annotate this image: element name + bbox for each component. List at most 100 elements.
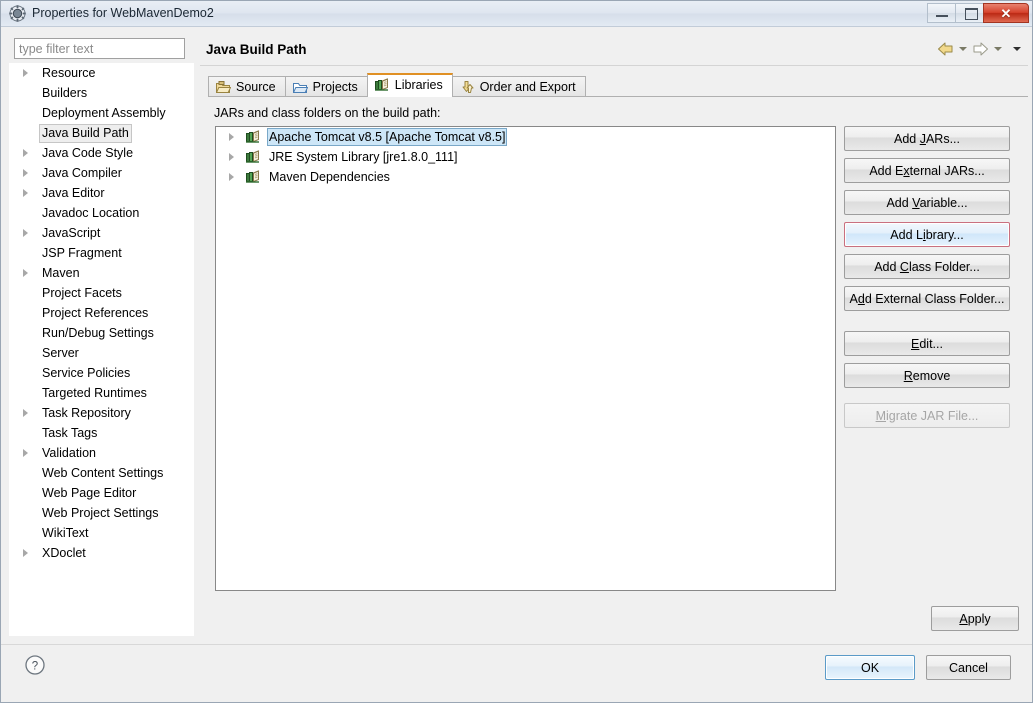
sidebar-item-targeted-runtimes[interactable]: Targeted Runtimes: [9, 383, 194, 403]
sidebar-item-web-project-settings[interactable]: Web Project Settings: [9, 503, 194, 523]
sidebar-item-web-page-editor[interactable]: Web Page Editor: [9, 483, 194, 503]
list-label: JARs and class folders on the build path…: [214, 106, 441, 120]
tabs-underline: [208, 96, 1028, 97]
expand-chevron-right-icon[interactable]: [23, 189, 28, 197]
tab-label: Order and Export: [479, 80, 576, 94]
footer-separator: [1, 644, 1032, 645]
tab-projects[interactable]: Projects: [284, 76, 368, 97]
sidebar-item-label: Web Page Editor: [42, 486, 137, 500]
sidebar-item-web-content-settings[interactable]: Web Content Settings: [9, 463, 194, 483]
table-row[interactable]: Apache Tomcat v8.5 [Apache Tomcat v8.5]: [216, 127, 835, 147]
sidebar-item-project-references[interactable]: Project References: [9, 303, 194, 323]
expand-chevron-right-icon[interactable]: [23, 549, 28, 557]
tab-libraries[interactable]: Libraries: [366, 73, 453, 97]
sidebar-item-java-compiler[interactable]: Java Compiler: [9, 163, 194, 183]
sidebar-item-label: Project References: [42, 306, 149, 320]
projects-folder-icon: [292, 80, 308, 94]
sidebar-item-resource[interactable]: Resource: [9, 63, 194, 83]
expand-chevron-right-icon[interactable]: [23, 169, 28, 177]
sidebar-item-java-build-path[interactable]: Java Build Path: [9, 123, 194, 143]
sidebar-item-javascript[interactable]: JavaScript: [9, 223, 194, 243]
sidebar-item-label: Java Compiler: [42, 166, 122, 180]
migrate-jar-file-button: Migrate JAR File...: [844, 403, 1010, 428]
tab-label: Libraries: [394, 78, 443, 92]
sidebar-item-label: Javadoc Location: [42, 206, 140, 220]
view-menu-chevron-down-icon[interactable]: [1013, 47, 1021, 51]
sidebar-item-maven[interactable]: Maven: [9, 263, 194, 283]
source-folder-icon: [215, 80, 232, 94]
expand-chevron-right-icon[interactable]: [23, 269, 28, 277]
library-actions: Add JARs... Add External JARs... Add Varia…: [844, 126, 1010, 435]
expand-chevron-right-icon[interactable]: [23, 229, 28, 237]
sidebar-item-builders[interactable]: Builders: [9, 83, 194, 103]
page-title: Java Build Path: [206, 42, 307, 57]
sidebar-item-service-policies[interactable]: Service Policies: [9, 363, 194, 383]
add-library-button[interactable]: Add Library...: [844, 222, 1010, 247]
library-icon: [246, 169, 262, 185]
apply-button[interactable]: Apply: [931, 606, 1019, 631]
back-history-chevron-down-icon[interactable]: [959, 47, 967, 51]
filter-input[interactable]: [14, 38, 185, 59]
add-external-jars-button[interactable]: Add External JARs...: [844, 158, 1010, 183]
title-bar: Properties for WebMavenDemo2 ✕: [1, 1, 1032, 27]
sidebar-item-deployment-assembly[interactable]: Deployment Assembly: [9, 103, 194, 123]
order-export-arrows-icon: [460, 80, 475, 94]
expand-chevron-right-icon[interactable]: [229, 153, 234, 161]
sidebar-item-project-facets[interactable]: Project Facets: [9, 283, 194, 303]
tab-source[interactable]: Source: [208, 76, 286, 97]
sidebar-item-label: Java Code Style: [42, 146, 134, 160]
navigation-toolbar: [937, 41, 1024, 57]
maximize-button[interactable]: [955, 3, 984, 23]
add-jars-button[interactable]: Add JARs...: [844, 126, 1010, 151]
tab-order-and-export[interactable]: Order and Export: [451, 76, 586, 97]
library-icon: [246, 129, 262, 145]
cancel-button[interactable]: Cancel: [926, 655, 1011, 680]
sidebar-item-label: JSP Fragment: [42, 246, 122, 260]
title-separator: [200, 65, 1028, 66]
expand-chevron-right-icon[interactable]: [23, 409, 28, 417]
sidebar-item-label: Run/Debug Settings: [42, 326, 154, 340]
edit-button[interactable]: Edit...: [844, 331, 1010, 356]
sidebar-item-run-debug-settings[interactable]: Run/Debug Settings: [9, 323, 194, 343]
build-path-tabs: Source Projects Libraries Order and Export: [208, 73, 586, 97]
sidebar-item-label: Project Facets: [42, 286, 122, 300]
sidebar-item-label: Targeted Runtimes: [42, 386, 147, 400]
svg-text:?: ?: [32, 660, 38, 672]
close-button[interactable]: ✕: [983, 3, 1029, 23]
help-question-icon[interactable]: ?: [24, 654, 46, 676]
table-row[interactable]: JRE System Library [jre1.8.0_111]: [216, 147, 835, 167]
minimize-button[interactable]: [927, 3, 956, 23]
sidebar-item-label: Java Editor: [42, 186, 105, 200]
add-class-folder-button[interactable]: Add Class Folder...: [844, 254, 1010, 279]
table-row[interactable]: Maven Dependencies: [216, 167, 835, 187]
add-variable-button[interactable]: Add Variable...: [844, 190, 1010, 215]
forward-arrow-icon[interactable]: [972, 41, 989, 57]
ok-button[interactable]: OK: [825, 655, 915, 680]
expand-chevron-right-icon[interactable]: [23, 149, 28, 157]
expand-chevron-right-icon[interactable]: [23, 69, 28, 77]
sidebar-item-wikitext[interactable]: WikiText: [9, 523, 194, 543]
sidebar-item-java-editor[interactable]: Java Editor: [9, 183, 194, 203]
libraries-list[interactable]: Apache Tomcat v8.5 [Apache Tomcat v8.5] J…: [215, 126, 836, 591]
sidebar-item-server[interactable]: Server: [9, 343, 194, 363]
sidebar-item-task-tags[interactable]: Task Tags: [9, 423, 194, 443]
sidebar-item-jsp-fragment[interactable]: JSP Fragment: [9, 243, 194, 263]
tab-label: Projects: [312, 80, 358, 94]
expand-chevron-right-icon[interactable]: [23, 449, 28, 457]
sidebar-item-validation[interactable]: Validation: [9, 443, 194, 463]
sidebar-item-label: Maven: [42, 266, 80, 280]
sidebar-item-label: Task Tags: [42, 426, 98, 440]
expand-chevron-right-icon[interactable]: [229, 173, 234, 181]
settings-tree[interactable]: Resource Builders Deployment Assembly Java …: [9, 63, 194, 636]
forward-history-chevron-down-icon[interactable]: [994, 47, 1002, 51]
sidebar-item-java-code-style[interactable]: Java Code Style: [9, 143, 194, 163]
sidebar-item-task-repository[interactable]: Task Repository: [9, 403, 194, 423]
back-arrow-icon[interactable]: [937, 41, 954, 57]
library-label: Apache Tomcat v8.5 [Apache Tomcat v8.5]: [267, 128, 508, 146]
remove-button[interactable]: Remove: [844, 363, 1010, 388]
sidebar-item-xdoclet[interactable]: XDoclet: [9, 543, 194, 563]
expand-chevron-right-icon[interactable]: [229, 133, 234, 141]
sidebar-item-javadoc-location[interactable]: Javadoc Location: [9, 203, 194, 223]
sidebar-item-label: Service Policies: [42, 366, 131, 380]
add-external-class-folder-button[interactable]: Add External Class Folder...: [844, 286, 1010, 311]
